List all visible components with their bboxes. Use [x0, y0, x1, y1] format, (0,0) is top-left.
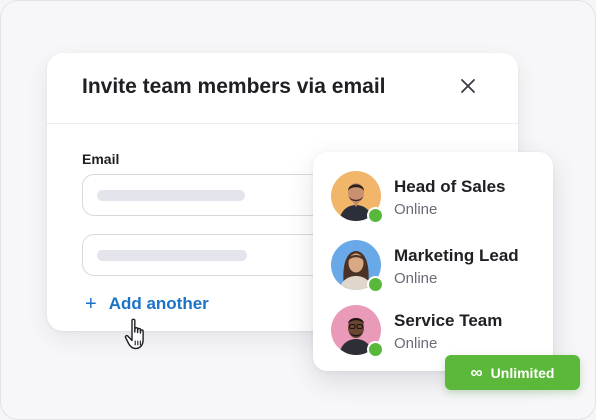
member-status: Online — [394, 335, 438, 352]
canvas-frame: Invite team members via email Email + Ad… — [0, 0, 596, 420]
placeholder-bar — [97, 190, 245, 201]
member-name: Marketing Lead — [394, 246, 519, 265]
member-name: Head of Sales — [394, 177, 506, 196]
close-icon-glyph — [461, 79, 475, 93]
infinity-icon: ∞ — [470, 363, 483, 382]
email-label: Email — [82, 151, 120, 167]
email-field-1[interactable] — [82, 174, 344, 216]
member-name: Service Team — [394, 311, 503, 330]
list-item[interactable]: Head of Sales Online — [331, 171, 546, 224]
online-status-indicator — [367, 276, 384, 293]
online-status-indicator — [367, 207, 384, 224]
hand-cursor-icon — [124, 318, 144, 350]
badge-label: Unlimited — [490, 364, 555, 381]
unlimited-badge: ∞ Unlimited — [445, 355, 580, 390]
dialog-title: Invite team members via email — [82, 75, 386, 98]
close-icon[interactable] — [458, 76, 478, 96]
member-status: Online — [394, 270, 438, 287]
add-another-label: Add another — [108, 294, 209, 313]
email-field-2[interactable] — [82, 234, 344, 276]
team-members-card: Head of Sales Online Marketing Lead Onli… — [313, 152, 553, 371]
placeholder-bar — [97, 250, 247, 261]
online-status-indicator — [367, 341, 384, 358]
add-another-button[interactable]: + Add another — [85, 294, 209, 314]
dialog-header: Invite team members via email — [47, 53, 518, 124]
list-item[interactable]: Marketing Lead Online — [331, 240, 546, 293]
list-item[interactable]: Service Team Online — [331, 305, 546, 358]
member-status: Online — [394, 201, 438, 218]
plus-icon: + — [85, 293, 97, 315]
